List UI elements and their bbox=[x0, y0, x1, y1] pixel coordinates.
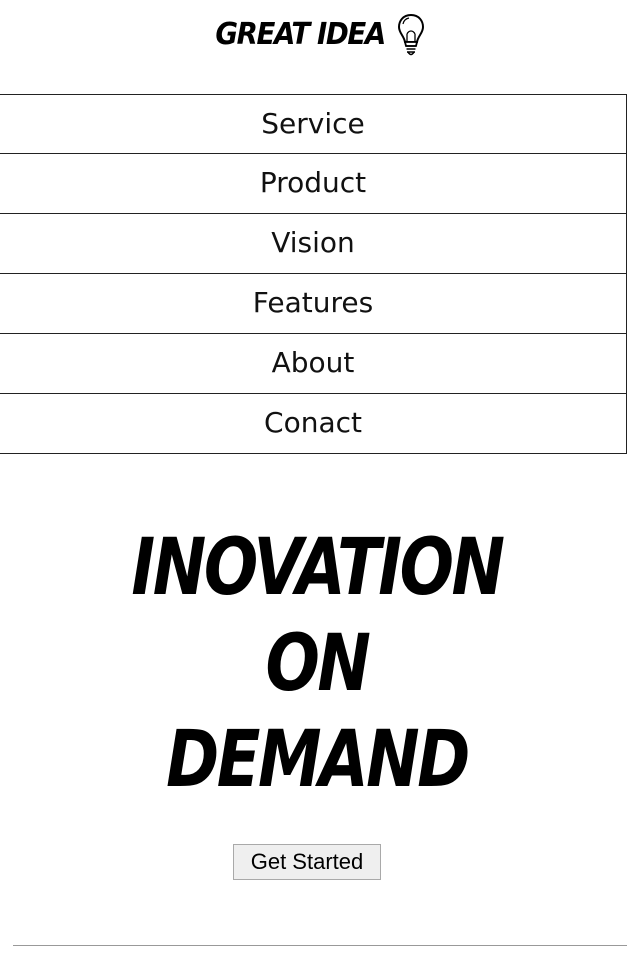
main-nav: Service Product Vision Features About Co… bbox=[0, 94, 627, 454]
nav-item-vision[interactable]: Vision bbox=[0, 214, 627, 274]
nav-item-contact[interactable]: Conact bbox=[0, 394, 627, 454]
hero-heading-line-1: INOVATION bbox=[131, 523, 505, 613]
nav-item-service[interactable]: Service bbox=[0, 94, 627, 154]
lightbulb-icon bbox=[397, 13, 424, 56]
logo[interactable]: GREAT IDEA bbox=[0, 10, 634, 60]
nav-item-about[interactable]: About bbox=[0, 334, 627, 394]
logo-text: GREAT IDEA bbox=[215, 17, 387, 52]
hero-section: INOVATION ON DEMAND bbox=[0, 520, 634, 808]
hero-heading-line-3: DEMAND bbox=[166, 715, 470, 805]
site-header: GREAT IDEA bbox=[0, 0, 634, 94]
nav-item-product[interactable]: Product bbox=[0, 154, 627, 214]
divider bbox=[13, 945, 627, 946]
hero-heading-line-2: ON bbox=[265, 619, 371, 709]
nav-item-features[interactable]: Features bbox=[0, 274, 627, 334]
get-started-button[interactable]: Get Started bbox=[233, 844, 381, 880]
